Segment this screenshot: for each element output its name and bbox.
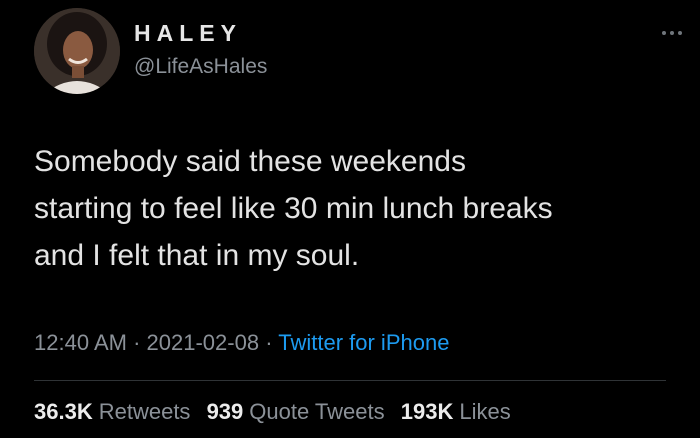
quote-tweets-stat[interactable]: 939 Quote Tweets — [207, 399, 385, 424]
profile-photo-icon — [34, 8, 120, 94]
tweet-text: Somebody said these weekends starting to… — [34, 138, 674, 279]
likes-count: 193K — [400, 399, 454, 424]
tweet-meta: 12:40 AM · 2021-02-08 · Twitter for iPho… — [34, 332, 449, 354]
retweets-stat[interactable]: 36.3K Retweets — [34, 399, 190, 424]
tweet-text-line: Somebody said these weekends — [34, 145, 466, 178]
likes-stat[interactable]: 193K Likes — [401, 399, 511, 424]
likes-label: Likes — [459, 399, 511, 424]
quotes-count: 939 — [206, 399, 244, 424]
divider — [34, 380, 666, 381]
tweet-source-link[interactable]: Twitter for iPhone — [278, 330, 449, 355]
quotes-label: Quote Tweets — [249, 399, 385, 424]
tweet-stats: 36.3K Retweets 939 Quote Tweets 193K Likes — [34, 401, 521, 423]
avatar[interactable] — [34, 8, 120, 94]
tweet-text-line: and I felt that in my soul. — [34, 239, 360, 272]
retweets-label: Retweets — [98, 399, 191, 424]
display-name[interactable]: HALEY — [134, 22, 242, 45]
ellipsis-icon[interactable] — [660, 26, 684, 40]
user-handle[interactable]: @LifeAsHales — [134, 56, 267, 77]
meta-separator: · — [265, 330, 273, 355]
tweet-card: HALEY @LifeAsHales Somebody said these w… — [0, 0, 700, 438]
retweets-count: 36.3K — [34, 399, 93, 424]
tweet-text-line: starting to feel like 30 min lunch break… — [34, 192, 553, 225]
tweet-time[interactable]: 12:40 AM — [34, 330, 127, 355]
meta-separator: · — [133, 330, 141, 355]
tweet-date[interactable]: 2021-02-08 — [147, 330, 260, 355]
